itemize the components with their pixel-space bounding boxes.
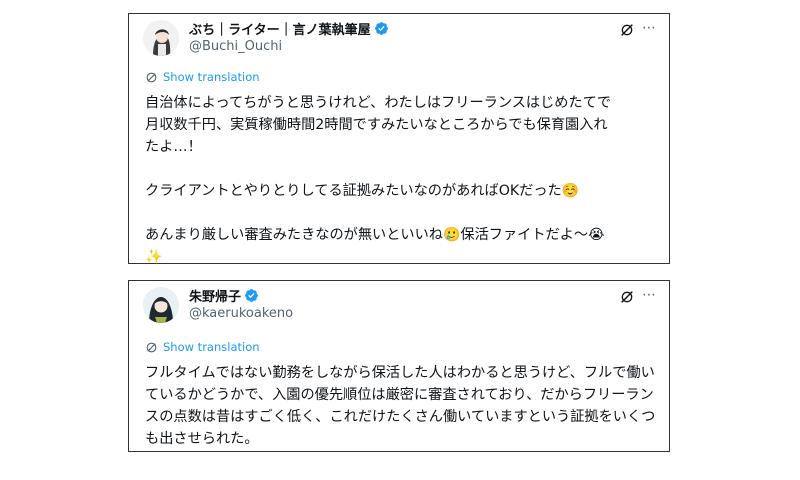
handle[interactable]: @kaerukoakeno [189,306,293,321]
author-row: 朱野帰子 [189,286,259,305]
avatar[interactable] [143,287,179,323]
avatar[interactable] [143,20,179,56]
tweet-text: 自治体によってちがうと思うけれど、わたしはフリーランスはじめたてで 月収数千円、… [145,92,660,268]
text-line-1: 自治体によってちがうと思うけれど、わたしはフリーランスはじめたてで [145,95,612,111]
display-name[interactable]: ぶち｜ライター｜言ノ葉執筆屋 [189,19,371,38]
translate-icon [146,342,157,352]
verified-badge-icon [374,22,388,35]
more-options-icon[interactable]: ⋯ [642,287,657,303]
verified-badge-icon [245,289,258,302]
sparkles-emoji: ✨ [145,249,163,265]
smiling-emoji: ☺️ [561,183,580,199]
translate-icon [146,72,157,82]
tweet-card[interactable]: 朱野帰子 @kaerukoakeno ⋯ Show translation フル… [128,280,670,452]
tweet-text: フルタイムではない勤務をしながら保活した人はわかると思うけど、フルで働いているか… [145,365,656,447]
show-translation-link[interactable]: Show translation [145,340,260,354]
tweet-card[interactable]: ぶち｜ライター｜言ノ葉執筆屋 @Buchi_Ouchi ⋯ Show trans… [128,13,670,265]
crying-emoji: 😭 [588,227,605,243]
show-translation-link[interactable]: Show translation [145,70,260,84]
display-name[interactable]: 朱野帰子 [189,286,241,305]
show-translation-label[interactable]: Show translation [163,70,260,84]
more-options-icon[interactable]: ⋯ [642,20,657,36]
grok-icon[interactable] [619,22,635,38]
text-line-7: あんまり厳しい審査みたきなのが無いといいね [145,227,443,243]
text-line-3: たよ…！ [145,139,202,155]
tear-smile-emoji: 🥲 [442,227,461,243]
text-line-7-suffix: 保活ファイトだよ〜 [460,227,589,243]
show-translation-label[interactable]: Show translation [163,340,260,354]
text-line-5: クライアントとやりとりしてる証拠みたいなのがあればOKだった [145,183,562,199]
text-line-2: 月収数千円、実質稼働時間2時間ですみたいなところからでも保育園入れ [145,117,608,133]
author-row: ぶち｜ライター｜言ノ葉執筆屋 [189,19,389,38]
grok-icon[interactable] [619,289,635,305]
handle[interactable]: @Buchi_Ouchi [189,39,282,54]
